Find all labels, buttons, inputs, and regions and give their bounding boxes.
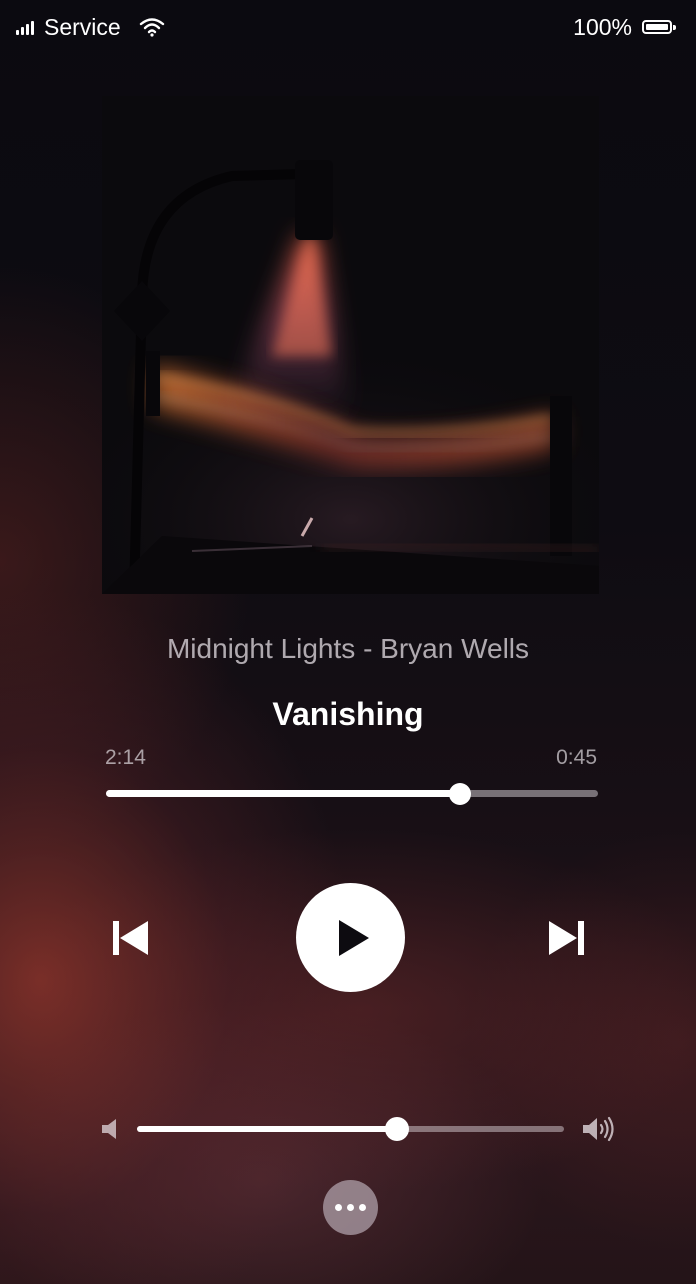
play-icon [338,919,369,956]
previous-button[interactable] [108,914,152,962]
status-right: 100% [573,14,680,41]
progress-fill [106,790,461,797]
play-button[interactable] [296,883,405,992]
time-remaining: 0:45 [556,746,597,769]
volume-high-button[interactable] [580,1114,618,1144]
more-dots-icon [335,1204,342,1211]
wifi-icon [139,18,164,37]
more-dot [359,1204,366,1211]
battery-icon [642,20,676,34]
next-button[interactable] [545,914,589,962]
album-art [102,96,599,594]
volume-thumb[interactable] [385,1117,410,1141]
carrier-name: Service [44,13,121,40]
status-bar: Service 100% [0,0,696,54]
volume-slider[interactable] [137,1117,564,1141]
album-art-image [102,96,599,594]
volume-fill [137,1126,398,1132]
track-title: Vanishing [272,696,424,732]
skip-forward-icon [549,921,584,955]
track-artist-album: Midnight Lights - Bryan Wells [166,633,530,664]
progress-bar[interactable] [106,782,598,805]
volume-high-icon [583,1116,614,1142]
time-elapsed: 2:14 [105,746,146,769]
progress-thumb[interactable] [449,782,472,805]
more-dot [347,1204,354,1211]
more-options-button[interactable] [323,1180,378,1235]
music-player-screen: Service 100% Midnight Lights - Bryan Wel… [0,0,696,1284]
volume-low-button[interactable] [98,1116,122,1142]
status-left: Service [16,14,165,41]
skip-back-icon [113,921,148,955]
signal-icon [16,19,34,35]
battery-percent: 100% [573,13,632,40]
volume-low-icon [102,1119,116,1139]
